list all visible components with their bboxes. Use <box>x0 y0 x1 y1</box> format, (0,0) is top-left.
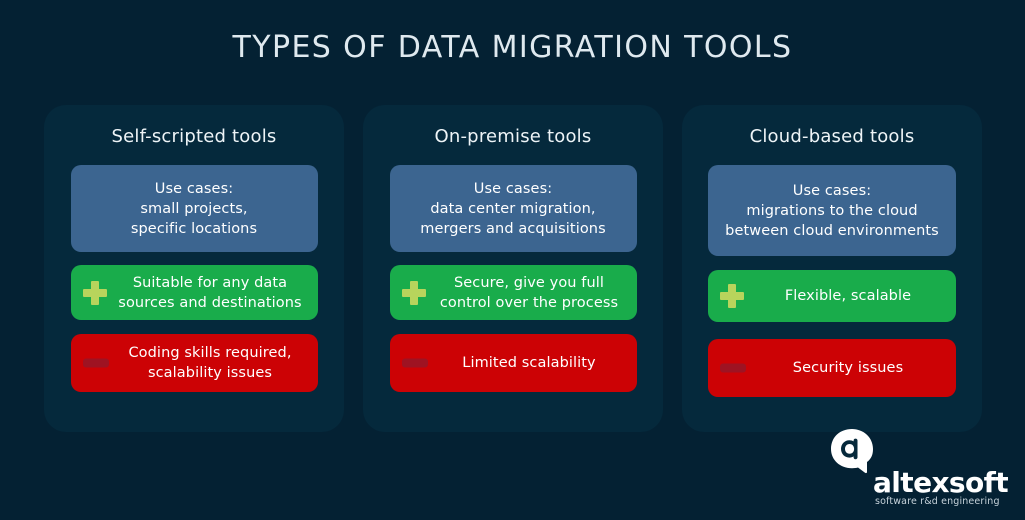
advantage-text: Secure, give you full control over the p… <box>439 274 619 311</box>
plus-icon <box>720 284 744 308</box>
columns-container: Self-scripted tools Use cases: small pro… <box>44 105 982 432</box>
column-title: On-premise tools <box>434 126 592 147</box>
advantage-card: Suitable for any data sources and destin… <box>70 265 318 320</box>
logo-tagline: software r&d engineering <box>875 496 1000 507</box>
drawback-text: Security issues <box>792 360 904 376</box>
use-cases-card: Use cases: data center migration, merger… <box>389 165 637 252</box>
column-cloud-based-tools: Cloud-based tools Use cases: migrations … <box>682 105 982 432</box>
use-cases-text: Use cases: migrations to the cloud betwe… <box>725 182 939 239</box>
column-on-premise-tools: On-premise tools Use cases: data center … <box>363 105 663 432</box>
column-title: Cloud-based tools <box>749 126 915 147</box>
altexsoft-logo-mark-icon <box>830 428 876 474</box>
advantage-card: Flexible, scalable <box>708 270 956 322</box>
page-title: TYPES OF DATA MIGRATION TOOLS <box>232 30 793 65</box>
column-title: Self-scripted tools <box>111 126 277 147</box>
altexsoft-logo: altexsoft software r&d engineering <box>826 428 1009 507</box>
minus-icon <box>82 358 109 368</box>
minus-icon <box>401 358 428 368</box>
use-cases-text: Use cases: small projects, specific loca… <box>130 180 258 237</box>
infographic-root: TYPES OF DATA MIGRATION TOOLS Self-scrip… <box>0 0 1025 520</box>
plus-icon <box>82 280 107 305</box>
use-cases-card: Use cases: migrations to the cloud betwe… <box>708 165 956 256</box>
advantage-card: Secure, give you full control over the p… <box>389 265 637 320</box>
use-cases-text: Use cases: data center migration, merger… <box>420 180 606 237</box>
drawback-text: Coding skills required, scalability issu… <box>128 345 292 381</box>
advantage-text: Suitable for any data sources and destin… <box>118 274 302 311</box>
drawback-card: Limited scalability <box>389 334 637 392</box>
column-self-scripted-tools: Self-scripted tools Use cases: small pro… <box>44 105 344 432</box>
advantage-text: Flexible, scalable <box>784 288 912 304</box>
plus-icon <box>401 280 426 305</box>
drawback-card: Coding skills required, scalability issu… <box>70 334 318 392</box>
minus-icon <box>720 363 746 373</box>
logo-wordmark: altexsoft <box>873 466 1009 499</box>
drawback-text: Limited scalability <box>462 355 596 371</box>
use-cases-card: Use cases: small projects, specific loca… <box>70 165 318 252</box>
drawback-card: Security issues <box>708 339 956 397</box>
